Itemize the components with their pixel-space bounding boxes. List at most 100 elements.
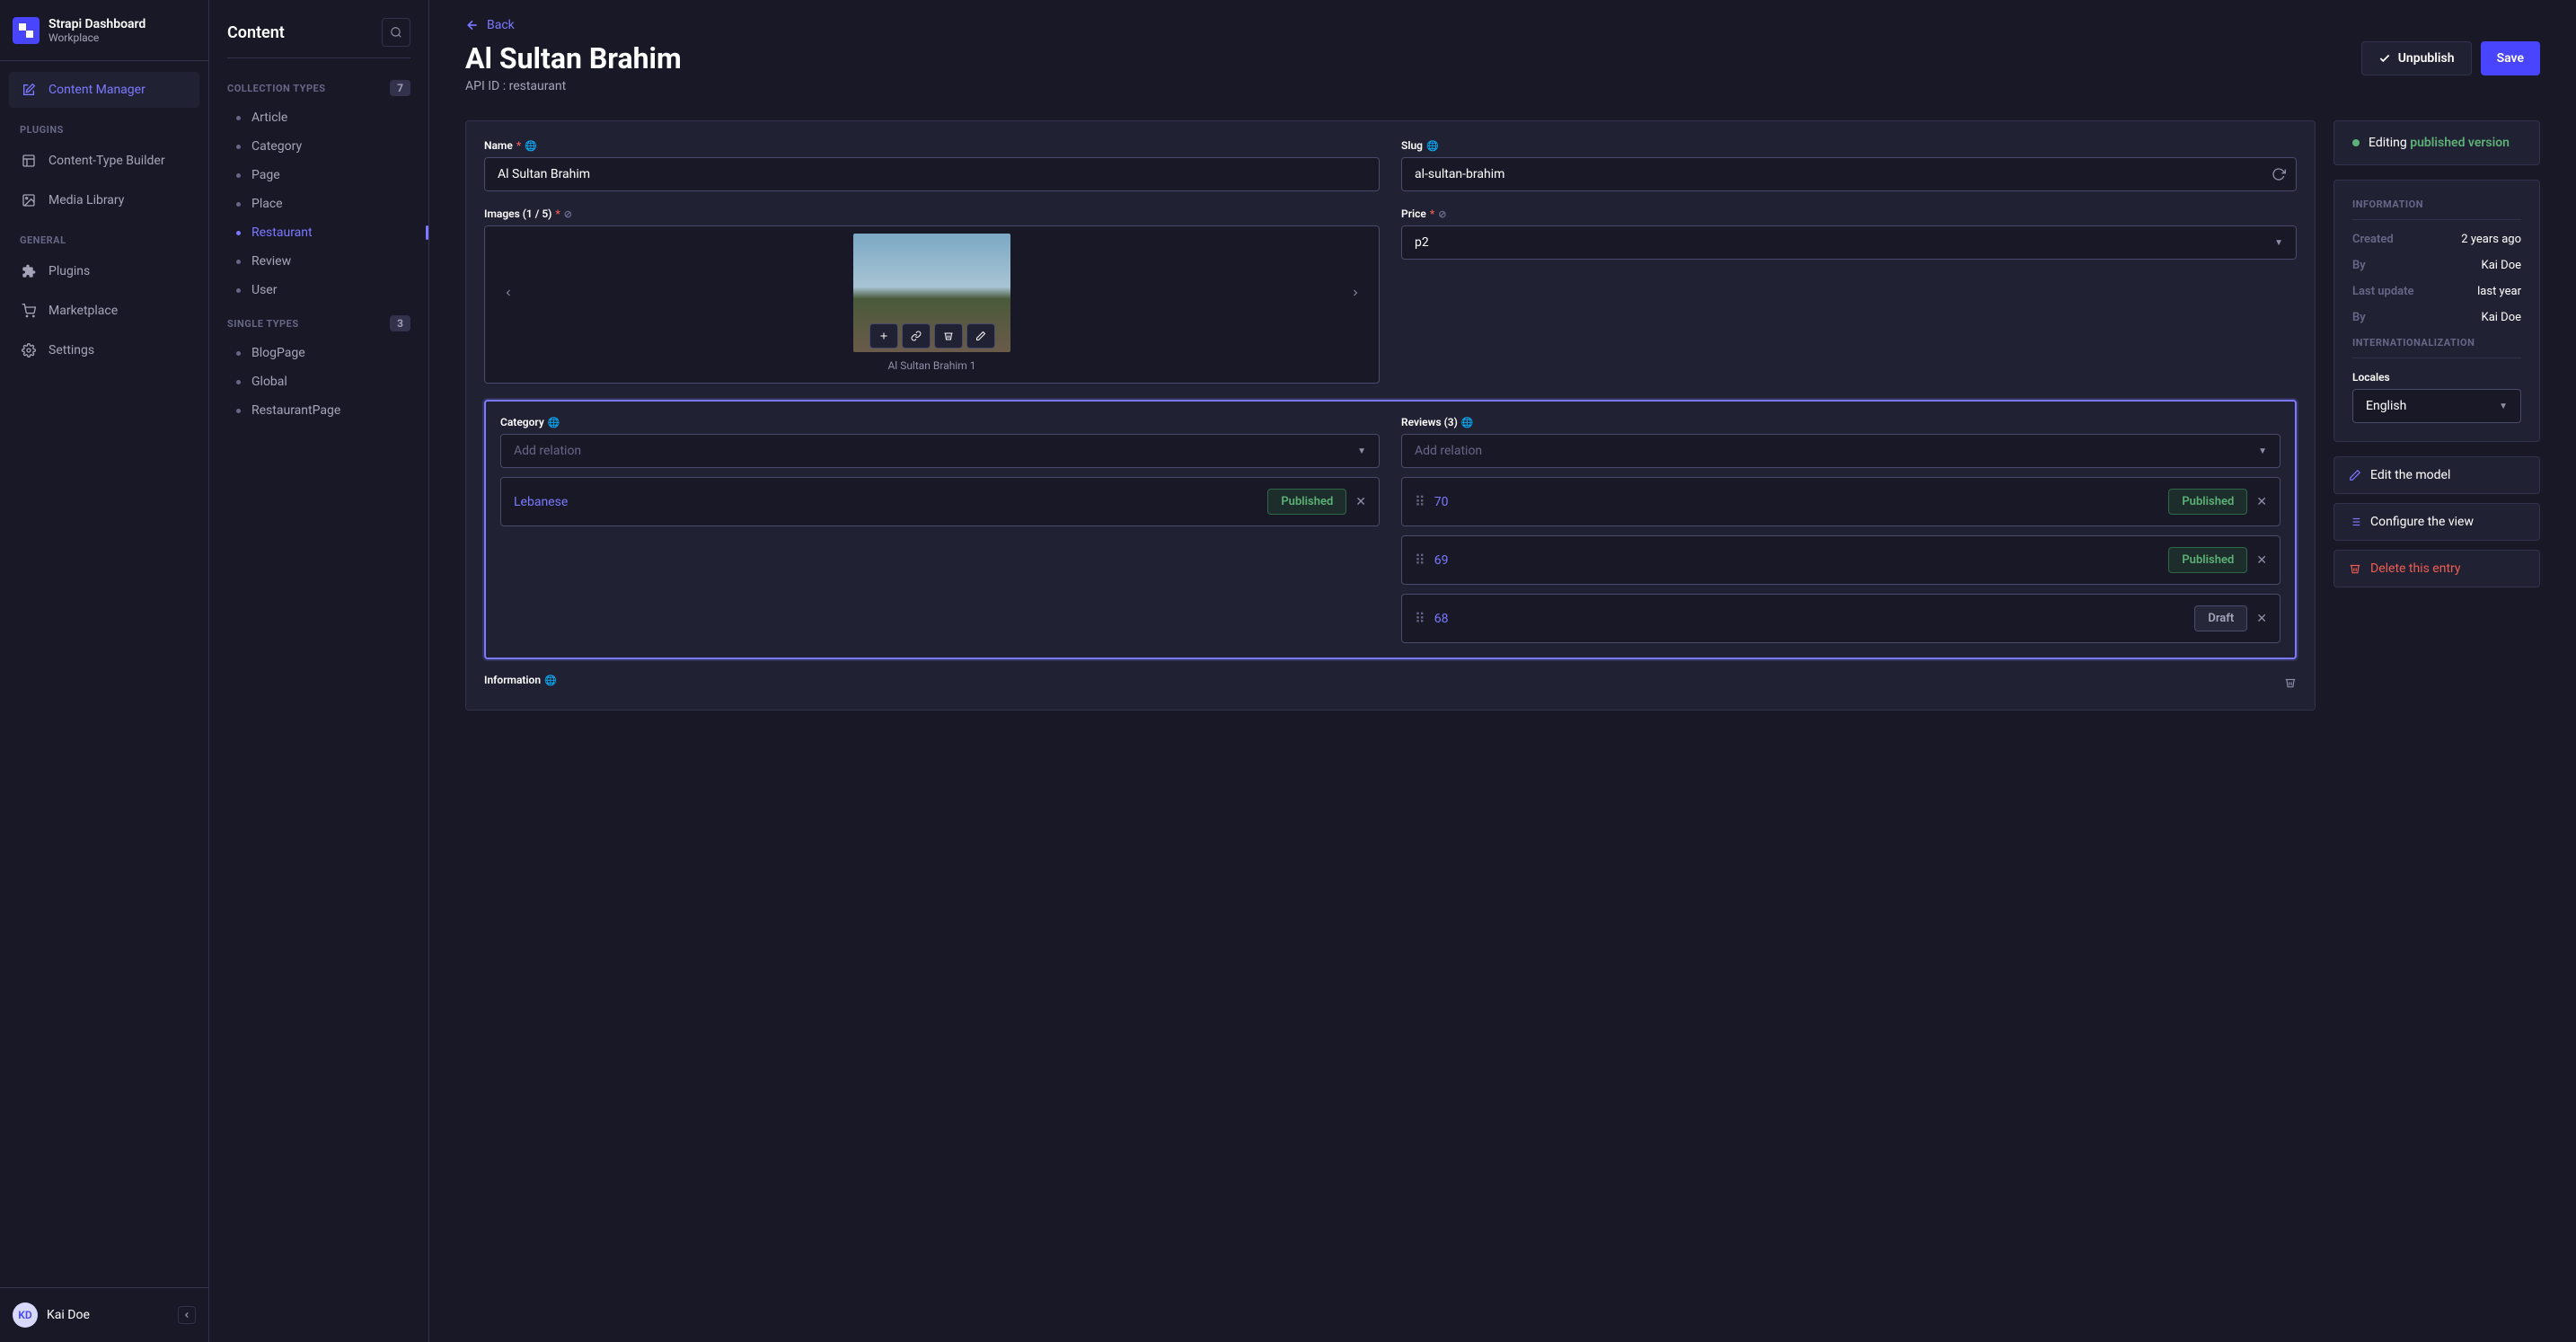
collapse-sidebar-button[interactable] xyxy=(178,1306,196,1324)
trash-icon xyxy=(943,331,954,341)
globe-icon: 🌐 xyxy=(544,675,557,686)
page-title: Al Sultan Brahim xyxy=(465,41,682,75)
brand-title: Strapi Dashboard xyxy=(49,17,146,31)
name-field-wrapper: Name* 🌐 xyxy=(484,139,1380,191)
trash-icon xyxy=(2284,676,2297,689)
brand-logo-icon xyxy=(13,17,40,44)
media-add-button[interactable] xyxy=(869,323,898,349)
locale-select[interactable]: English ▼ xyxy=(2352,389,2521,423)
single-types-heading: Single Types xyxy=(227,318,299,330)
relation-link[interactable]: 69 xyxy=(1434,553,2160,568)
pencil-icon xyxy=(2349,469,2361,481)
by-label: By xyxy=(2352,311,2366,324)
nav-settings[interactable]: Settings xyxy=(9,332,199,368)
slug-field-wrapper: Slug 🌐 xyxy=(1401,139,2297,191)
sidebar-item-review[interactable]: Review xyxy=(209,247,428,276)
refresh-icon xyxy=(2272,167,2286,181)
relation-remove-button[interactable]: ✕ xyxy=(1355,495,1366,509)
sidebar-item-place[interactable]: Place xyxy=(209,190,428,218)
media-edit-button[interactable] xyxy=(966,323,995,349)
search-icon xyxy=(390,26,402,39)
sidebar-item-global[interactable]: Global xyxy=(209,367,428,396)
slug-input[interactable] xyxy=(1401,157,2297,191)
nav-label: Content-Type Builder xyxy=(49,154,165,168)
images-field-wrapper: Images (1 / 5)* ⊘ xyxy=(484,207,1380,384)
chevron-left-icon xyxy=(182,1311,191,1320)
form-panel: Name* 🌐 Slug 🌐 Images (1 / 5)* ⊘ xyxy=(465,120,2316,711)
media-link-button[interactable] xyxy=(902,323,931,349)
globe-icon: 🌐 xyxy=(525,140,537,152)
plus-icon xyxy=(878,331,889,341)
sidebar-item-restaurantpage[interactable]: RestaurantPage xyxy=(209,396,428,425)
media-prev-button[interactable] xyxy=(494,278,523,307)
link-icon xyxy=(911,331,922,341)
images-label: Images (1 / 5) xyxy=(484,207,551,220)
relation-link[interactable]: 68 xyxy=(1434,612,2186,626)
globe-icon: 🌐 xyxy=(548,417,560,428)
price-select[interactable]: p2 ▼ xyxy=(1401,225,2297,260)
unpublish-button[interactable]: Unpublish xyxy=(2361,41,2472,75)
puzzle-icon xyxy=(20,262,38,280)
relation-remove-button[interactable]: ✕ xyxy=(2256,612,2267,626)
reviews-add-relation[interactable]: Add relation ▼ xyxy=(1401,434,2280,468)
sidebar-item-restaurant[interactable]: Restaurant xyxy=(209,218,428,247)
nav-plugins[interactable]: Plugins xyxy=(9,253,199,289)
image-icon xyxy=(20,191,38,209)
sidebar-item-user[interactable]: User xyxy=(209,276,428,305)
by-value: Kai Doe xyxy=(2482,259,2521,272)
relation-remove-button[interactable]: ✕ xyxy=(2256,495,2267,509)
drag-handle-icon[interactable]: ⠿ xyxy=(1415,552,1425,569)
information-heading: Information xyxy=(2352,199,2521,220)
relation-link[interactable]: 70 xyxy=(1434,495,2160,509)
media-next-button[interactable] xyxy=(1341,278,1370,307)
regenerate-button[interactable] xyxy=(2272,167,2286,181)
created-value: 2 years ago xyxy=(2461,233,2521,246)
chevron-left-icon xyxy=(503,287,514,298)
slug-label: Slug xyxy=(1401,139,1423,152)
save-button[interactable]: Save xyxy=(2481,41,2540,75)
delete-entry-button[interactable]: Delete this entry xyxy=(2333,550,2540,587)
price-field-wrapper: Price* ⊘ p2 ▼ xyxy=(1401,207,2297,384)
sidebar-item-article[interactable]: Article xyxy=(209,103,428,132)
relation-link[interactable]: Lebanese xyxy=(514,495,1258,509)
status-text: Editing published version xyxy=(2369,136,2510,150)
information-panel: Information Created 2 years ago By Kai Doe… xyxy=(2333,180,2540,442)
media-delete-button[interactable] xyxy=(934,323,963,349)
avatar[interactable]: KD xyxy=(13,1302,38,1328)
configure-view-button[interactable]: Configure the view xyxy=(2333,503,2540,541)
updated-value: last year xyxy=(2477,285,2521,298)
arrow-left-icon xyxy=(465,18,480,32)
back-link[interactable]: Back xyxy=(465,18,2540,32)
single-count-badge: 3 xyxy=(390,315,410,331)
sidebar-item-page[interactable]: Page xyxy=(209,161,428,190)
by-value: Kai Doe xyxy=(2482,311,2521,324)
locales-label: Locales xyxy=(2352,371,2521,384)
information-component-label: Information xyxy=(484,674,541,686)
caret-down-icon: ▼ xyxy=(1357,446,1366,456)
content-sidebar: Content Collection Types 7 Article Categ… xyxy=(209,0,429,1342)
category-add-relation[interactable]: Add relation ▼ xyxy=(500,434,1380,468)
status-badge: Draft xyxy=(2194,605,2247,631)
sidebar-item-blogpage[interactable]: BlogPage xyxy=(209,339,428,367)
media-thumbnail[interactable] xyxy=(853,234,1010,352)
drag-handle-icon[interactable]: ⠿ xyxy=(1415,493,1425,510)
general-heading: General xyxy=(9,222,199,253)
nav-label: Plugins xyxy=(49,264,90,278)
nav-marketplace[interactable]: Marketplace xyxy=(9,293,199,329)
category-relation-wrapper: Category 🌐 Add relation ▼ Lebanese Publi… xyxy=(500,416,1380,643)
name-input[interactable] xyxy=(484,157,1380,191)
component-delete-button[interactable] xyxy=(2284,676,2297,689)
nav-content-manager[interactable]: Content Manager xyxy=(9,72,199,108)
created-label: Created xyxy=(2352,233,2394,246)
status-badge: Published xyxy=(2168,489,2247,515)
search-button[interactable] xyxy=(382,18,410,47)
relation-remove-button[interactable]: ✕ xyxy=(2256,553,2267,568)
relation-item: ⠿ 70 Published ✕ xyxy=(1401,477,2280,526)
globe-icon: 🌐 xyxy=(1426,140,1439,152)
edit-model-button[interactable]: Edit the model xyxy=(2333,456,2540,494)
drag-handle-icon[interactable]: ⠿ xyxy=(1415,610,1425,627)
nav-content-type-builder[interactable]: Content-Type Builder xyxy=(9,143,199,179)
sidebar-item-category[interactable]: Category xyxy=(209,132,428,161)
nav-media-library[interactable]: Media Library xyxy=(9,182,199,218)
caret-down-icon: ▼ xyxy=(2258,446,2267,456)
